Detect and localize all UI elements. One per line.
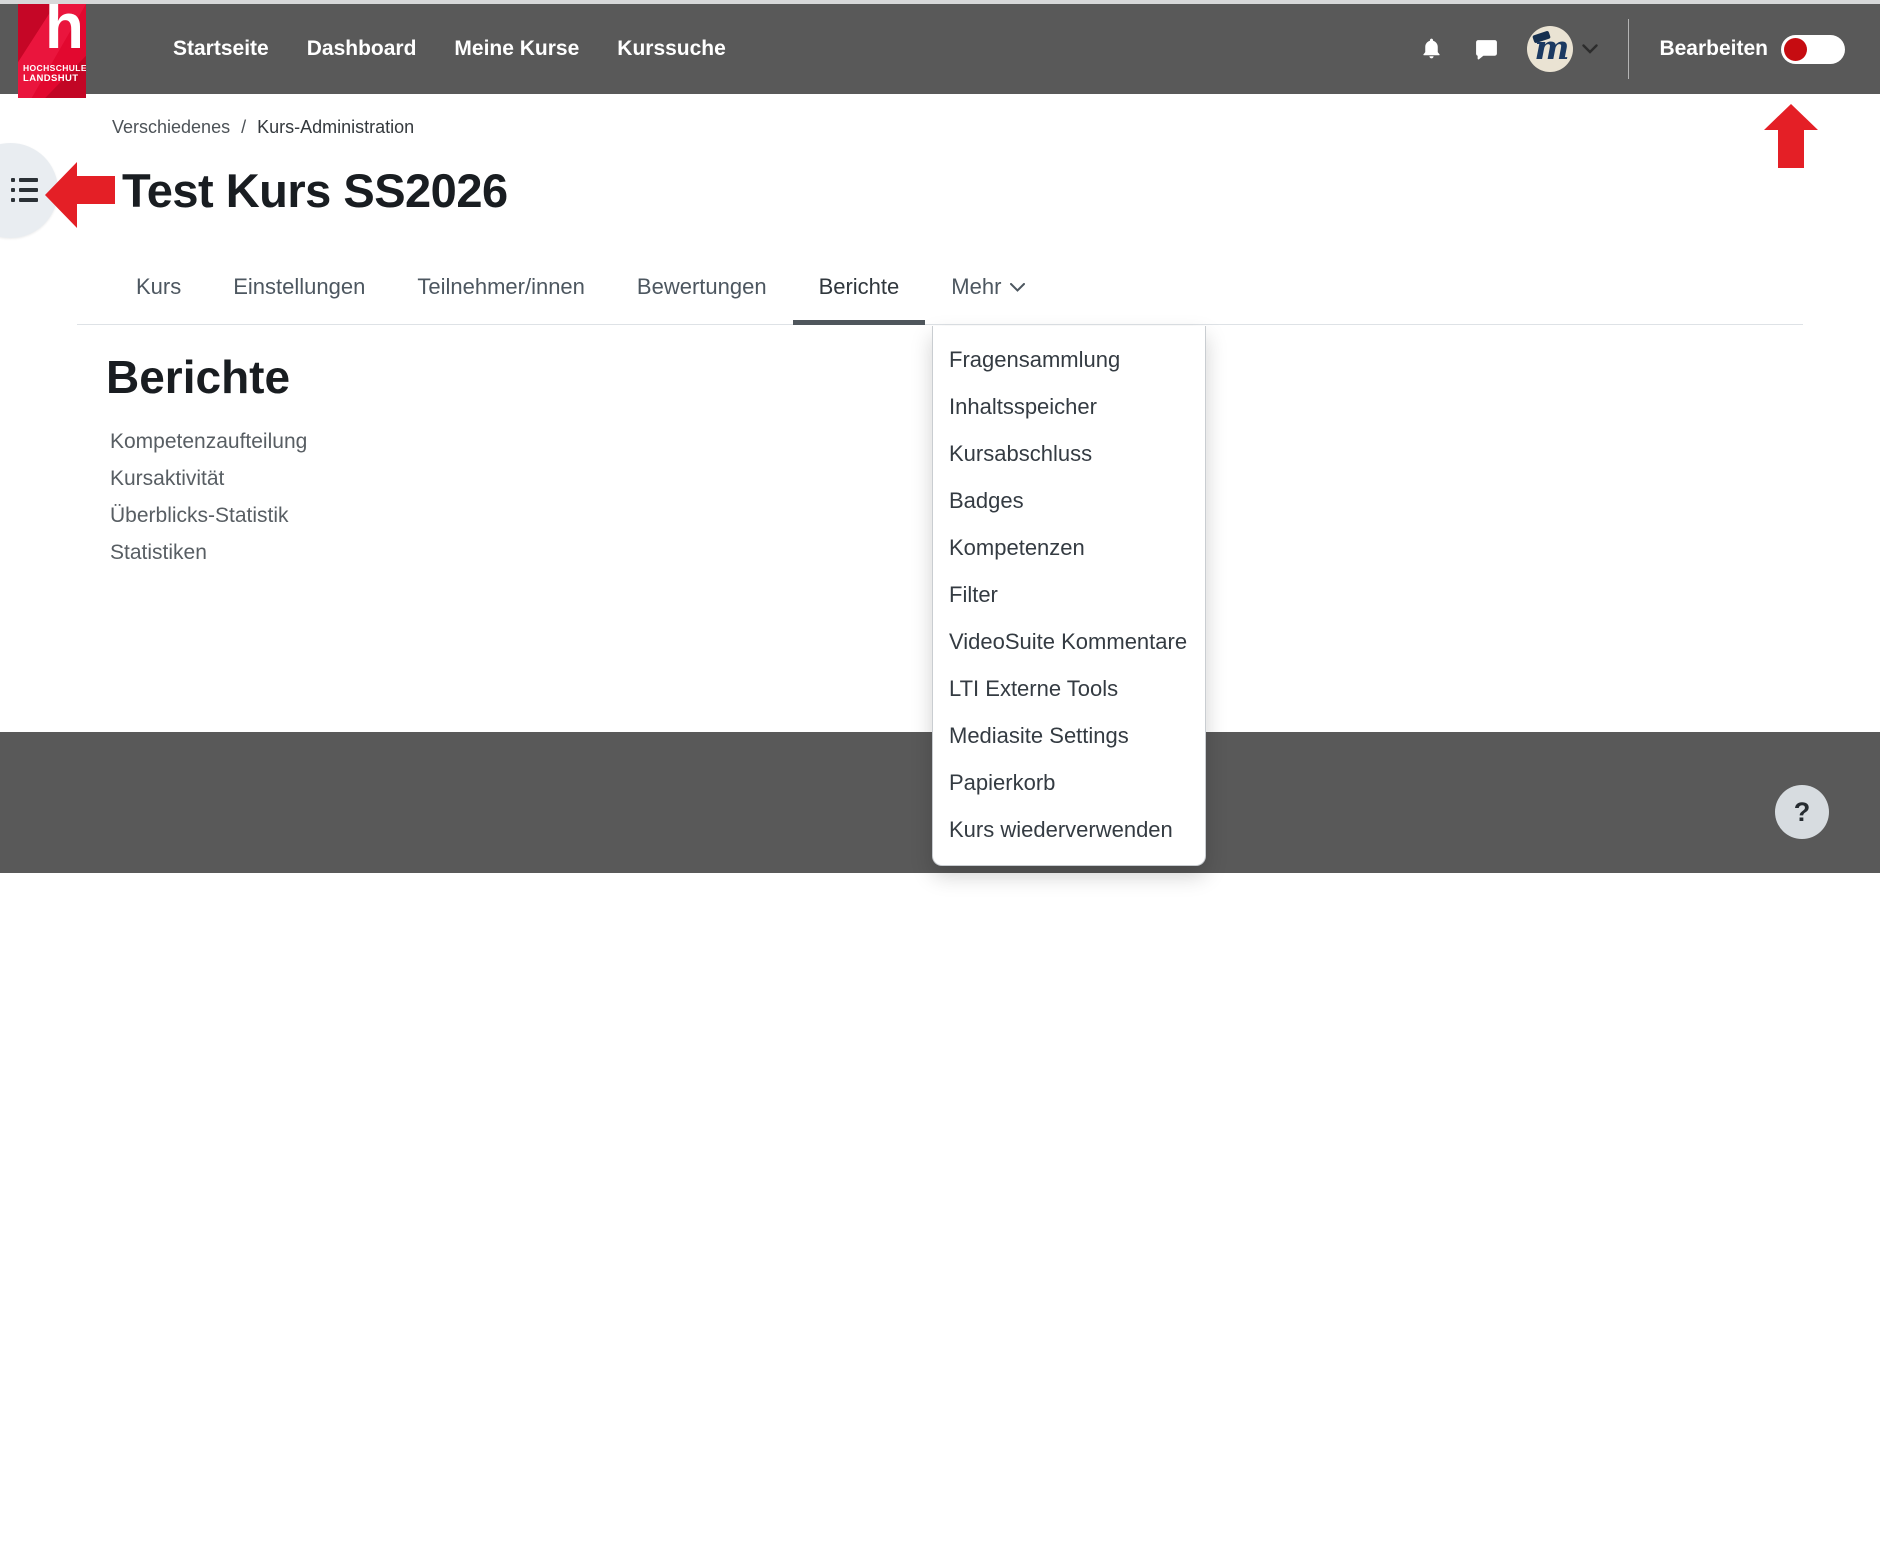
page-title: Test Kurs SS2026 [122, 163, 508, 218]
chevron-down-icon [1010, 283, 1025, 292]
avatar-initial: m [1534, 28, 1569, 67]
list-item: Kursaktivität [110, 461, 307, 498]
top-navigation-bar: h HOCHSCHULE LANDSHUT Startseite Dashboa… [0, 4, 1880, 94]
tab-mehr[interactable]: Mehr [925, 250, 1051, 324]
hochschule-landshut-logo[interactable]: h HOCHSCHULE LANDSHUT [18, 4, 86, 98]
footer-separator: | [349, 1481, 354, 1504]
list-item: Überblicks-Statistik [110, 498, 307, 535]
menu-item-videosuite-kommentare[interactable]: VideoSuite Kommentare [933, 618, 1205, 665]
tab-mehr-label: Mehr [951, 274, 1001, 300]
tab-teilnehmer[interactable]: Teilnehmer/innen [391, 250, 611, 324]
footer-separator: | [136, 1481, 141, 1504]
breadcrumb-separator: / [241, 114, 246, 140]
menu-item-inhaltsspeicher[interactable]: Inhaltsspeicher [933, 383, 1205, 430]
footer-separator: | [257, 1481, 262, 1504]
nav-item-meine-kurse[interactable]: Meine Kurse [454, 37, 579, 61]
menu-item-kurs-wiederverwenden[interactable]: Kurs wiederverwenden [933, 806, 1205, 853]
footer-separator: | [569, 1481, 574, 1504]
footer-link-hochschule[interactable]: Hochschule [24, 1481, 126, 1504]
annotation-arrow-up [1764, 104, 1818, 168]
menu-item-badges[interactable]: Badges [933, 477, 1205, 524]
reports-heading: Berichte [106, 350, 290, 404]
edit-mode-label: Bearbeiten [1659, 37, 1768, 61]
footer-links: Hochschule | Impressum | Kontakt | Nutzu… [24, 1481, 692, 1504]
tab-berichte[interactable]: Berichte [793, 250, 926, 324]
report-links-list: Kompetenzaufteilung Kursaktivität Überbl… [110, 424, 307, 572]
footer-copyright: © 2025 Hochschule Landshut - Hochschule … [24, 1541, 682, 1564]
notifications-bell-icon[interactable] [1419, 36, 1444, 62]
topbar-right-cluster: m Bearbeiten [1419, 4, 1845, 94]
menu-item-kompetenzen[interactable]: Kompetenzen [933, 524, 1205, 571]
menu-item-filter[interactable]: Filter [933, 571, 1205, 618]
logo-letter: h [45, 4, 84, 58]
logo-wordmark: HOCHSCHULE LANDSHUT [23, 63, 86, 86]
report-link-ueberblicks-statistik[interactable]: Überblicks-Statistik [110, 504, 289, 527]
toggle-knob [1784, 38, 1807, 61]
course-tabbar: Kurs Einstellungen Teilnehmer/innen Bewe… [77, 250, 1803, 325]
help-button[interactable]: ? [1775, 785, 1829, 839]
question-mark-icon: ? [1794, 797, 1811, 828]
report-link-statistiken[interactable]: Statistiken [110, 541, 207, 564]
list-item: Statistiken [110, 535, 307, 572]
tab-einstellungen[interactable]: Einstellungen [207, 250, 391, 324]
tab-bewertungen[interactable]: Bewertungen [611, 250, 793, 324]
edit-mode-toggle[interactable] [1781, 35, 1845, 64]
report-link-kursaktivitaet[interactable]: Kursaktivität [110, 467, 224, 490]
nav-item-dashboard[interactable]: Dashboard [307, 37, 417, 61]
user-menu-chevron-down-icon[interactable] [1582, 44, 1598, 54]
messages-chat-icon[interactable] [1474, 37, 1499, 62]
tab-kurs[interactable]: Kurs [110, 250, 207, 324]
menu-item-mediasite-settings[interactable]: Mediasite Settings [933, 712, 1205, 759]
list-item: Kompetenzaufteilung [110, 424, 307, 461]
topbar-divider [1628, 19, 1629, 79]
report-link-kompetenzaufteilung[interactable]: Kompetenzaufteilung [110, 430, 307, 453]
mehr-dropdown-menu: Fragensammlung Inhaltsspeicher Kursabsch… [932, 326, 1206, 866]
menu-item-lti-externe-tools[interactable]: LTI Externe Tools [933, 665, 1205, 712]
breadcrumb-kurs-administration: Kurs-Administration [257, 114, 414, 140]
course-index-drawer-button[interactable] [0, 143, 58, 238]
nav-item-startseite[interactable]: Startseite [173, 37, 269, 61]
footer-link-nutzungsbedingungen[interactable]: Nutzungsbedingungen [364, 1481, 559, 1504]
menu-item-fragensammlung[interactable]: Fragensammlung [933, 336, 1205, 383]
breadcrumb-verschiedenes[interactable]: Verschiedenes [112, 114, 230, 140]
menu-item-kursabschluss[interactable]: Kursabschluss [933, 430, 1205, 477]
breadcrumb: Verschiedenes / Kurs-Administration [112, 114, 414, 140]
nav-item-kurssuche[interactable]: Kurssuche [617, 37, 726, 61]
primary-nav: Startseite Dashboard Meine Kurse Kurssuc… [173, 4, 726, 94]
footer-link-datenschutz[interactable]: Datenschutz [584, 1481, 692, 1504]
list-icon [11, 178, 38, 202]
menu-item-papierkorb[interactable]: Papierkorb [933, 759, 1205, 806]
user-avatar[interactable]: m [1527, 26, 1573, 72]
footer-link-impressum[interactable]: Impressum [151, 1481, 247, 1504]
footer-link-kontakt[interactable]: Kontakt [272, 1481, 338, 1504]
